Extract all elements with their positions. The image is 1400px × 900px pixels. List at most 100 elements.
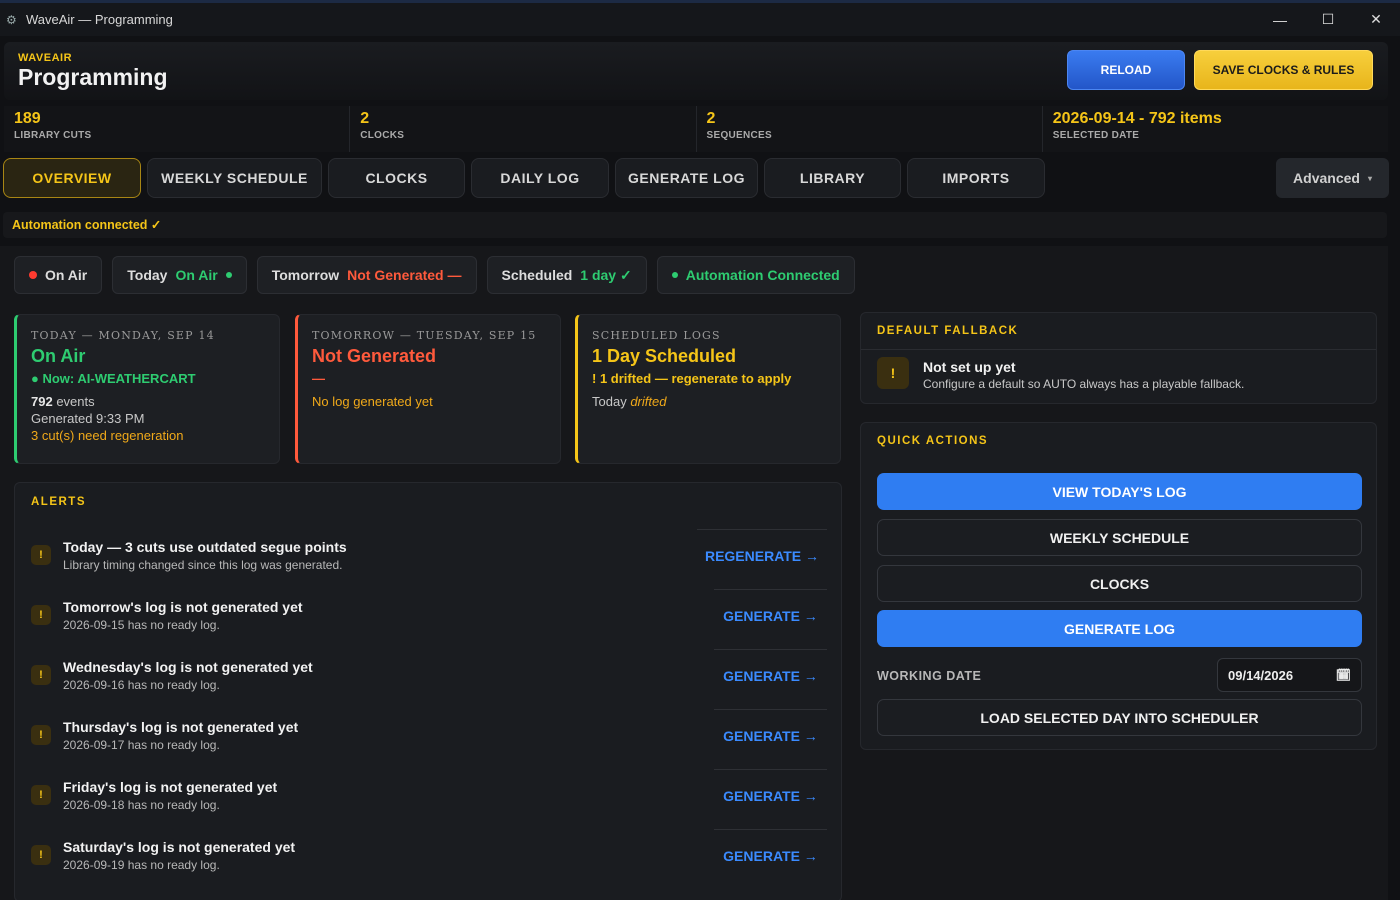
scheduled-today-word: Today — [592, 394, 627, 409]
chevron-down-icon: ▾ — [1367, 173, 1372, 183]
advanced-dropdown[interactable]: Advanced ▾ — [1276, 158, 1389, 198]
tab-bar: OVERVIEW WEEKLY SCHEDULE CLOCKS DAILY LO… — [3, 158, 1045, 198]
alert-subtitle: 2026-09-18 has no ready log. — [63, 798, 220, 812]
stat-clocks: 2 CLOCKS — [350, 106, 697, 152]
working-date-label: WORKING DATE — [877, 669, 982, 683]
status-pills: On Air Today On Air Tomorrow Not Generat… — [14, 256, 855, 294]
tab-daily-log[interactable]: DAILY LOG — [471, 158, 609, 198]
scheduled-pill-label: Scheduled — [501, 267, 573, 283]
alert-title: Saturday's log is not generated yet — [63, 839, 296, 855]
tomorrow-pill: Tomorrow Not Generated — — [256, 256, 477, 294]
green-dot-icon — [671, 272, 678, 278]
regen-notice: 3 cut(s) need regeneration — [31, 428, 184, 443]
alert-title: Wednesday's log is not generated yet — [63, 659, 313, 675]
load-selected-day-button[interactable]: LOAD SELECTED DAY INTO SCHEDULER — [877, 699, 1362, 736]
tab-overview[interactable]: OVERVIEW — [3, 158, 141, 198]
scheduled-pill-value: 1 day ✓ — [580, 266, 632, 283]
app-gear-icon: ⚙ — [6, 12, 17, 27]
minimize-icon[interactable]: — — [1256, 3, 1304, 36]
list-item: ! Friday's log is not generated yet 2026… — [31, 769, 827, 829]
generate-log-button[interactable]: GENERATE LOG — [877, 610, 1362, 647]
stat-label: SELECTED DATE — [1052, 130, 1140, 141]
close-icon[interactable]: ✕ — [1352, 3, 1400, 36]
tab-imports[interactable]: IMPORTS — [907, 158, 1045, 198]
alerts-title: ALERTS — [31, 496, 86, 508]
warning-icon: ! — [877, 357, 909, 389]
fallback-title: DEFAULT FALLBACK — [877, 325, 1019, 337]
alert-subtitle: 2026-09-16 has no ready log. — [63, 678, 220, 692]
tab-clocks[interactable]: CLOCKS — [328, 158, 465, 198]
warning-icon: ! — [31, 545, 51, 565]
save-clocks-rules-button[interactable]: SAVE CLOCKS & RULES — [1194, 50, 1373, 90]
page-title: Programming — [18, 64, 168, 90]
alert-subtitle: Library timing changed since this log wa… — [63, 558, 343, 572]
today-card[interactable]: TODAY — MONDAY, SEP 14 On Air ● Now: AI-… — [14, 314, 280, 464]
stat-label: SEQUENCES — [706, 130, 772, 141]
on-air-label: On Air — [45, 267, 88, 283]
quick-actions-panel: QUICK ACTIONS VIEW TODAY'S LOG WEEKLY SC… — [860, 422, 1377, 750]
drifted-word: drifted — [630, 394, 667, 409]
tab-weekly-schedule[interactable]: WEEKLY SCHEDULE — [147, 158, 322, 198]
stats-bar: 189 LIBRARY CUTS 2 CLOCKS 2 SEQUENCES 20… — [4, 106, 1388, 152]
fallback-subtext: Configure a default so AUTO always has a… — [923, 377, 1245, 391]
scheduled-pill: Scheduled 1 day ✓ — [486, 256, 647, 294]
weekly-schedule-button[interactable]: WEEKLY SCHEDULE — [877, 519, 1362, 556]
working-date-value: 09/14/2026 — [1228, 667, 1294, 683]
today-status: On Air — [31, 346, 86, 366]
tomorrow-card[interactable]: TOMORROW — TUESDAY, SEP 15 Not Generated… — [295, 314, 561, 464]
generate-button[interactable]: GENERATE → — [714, 649, 827, 701]
generate-button[interactable]: GENERATE → — [714, 589, 827, 641]
alert-title: Thursday's log is not generated yet — [63, 719, 299, 735]
calendar-icon[interactable]: 🗓 — [1336, 668, 1351, 682]
reload-button[interactable]: RELOAD — [1067, 50, 1185, 90]
stat-value: 189 — [14, 110, 41, 127]
maximize-icon[interactable]: ☐ — [1304, 3, 1352, 36]
overview-panel: On Air Today On Air Tomorrow Not Generat… — [0, 246, 1388, 900]
tomorrow-pill-label: Tomorrow — [271, 267, 340, 283]
stat-label: CLOCKS — [360, 130, 405, 141]
warning-icon: ! — [31, 785, 51, 805]
window-title: WaveAir — Programming — [26, 12, 173, 27]
drift-notice: ! 1 drifted — regenerate to apply — [592, 371, 792, 386]
automation-status-strip: Automation connected ✓ — [3, 212, 1387, 238]
scheduled-logs-card[interactable]: SCHEDULED LOGS 1 Day Scheduled ! 1 drift… — [575, 314, 841, 464]
window-controls: — ☐ ✕ — [1256, 3, 1400, 36]
green-dot-icon — [225, 272, 232, 278]
stat-value: 2026-09-14 - 792 items — [1052, 110, 1222, 127]
alert-subtitle: 2026-09-19 has no ready log. — [63, 858, 220, 872]
alert-title: Tomorrow's log is not generated yet — [63, 599, 303, 615]
list-item: ! Tomorrow's log is not generated yet 20… — [31, 589, 827, 649]
stat-value: 2 — [706, 110, 716, 127]
tomorrow-dash: — — [312, 371, 325, 386]
stat-label: LIBRARY CUTS — [14, 130, 92, 141]
stat-selected-date: 2026-09-14 - 792 items SELECTED DATE — [1043, 106, 1388, 152]
events-word: events — [56, 394, 95, 409]
tab-generate-log[interactable]: GENERATE LOG — [615, 158, 758, 198]
alert-subtitle: 2026-09-17 has no ready log. — [63, 738, 220, 752]
view-todays-log-button[interactable]: VIEW TODAY'S LOG — [877, 473, 1362, 510]
stat-value: 2 — [360, 110, 370, 127]
clocks-button[interactable]: CLOCKS — [877, 565, 1362, 602]
advanced-label: Advanced — [1293, 170, 1360, 186]
fallback-heading: Not set up yet — [923, 359, 1016, 375]
alert-title: Friday's log is not generated yet — [63, 779, 278, 795]
list-item: ! Thursday's log is not generated yet 20… — [31, 709, 827, 769]
list-item: ! Saturday's log is not generated yet 20… — [31, 829, 827, 889]
red-dot-icon — [29, 271, 37, 279]
generate-button[interactable]: GENERATE → — [714, 769, 827, 821]
warning-icon: ! — [31, 665, 51, 685]
on-air-pill: On Air — [14, 256, 103, 294]
automation-pill-label: Automation Connected — [685, 267, 840, 283]
tomorrow-kicker: TOMORROW — TUESDAY, SEP 15 — [312, 329, 537, 342]
tab-library[interactable]: LIBRARY — [764, 158, 901, 198]
generate-button[interactable]: GENERATE → — [714, 709, 827, 761]
tomorrow-pill-value: Not Generated — — [347, 267, 462, 283]
brand-label: WAVEAIR — [18, 52, 73, 64]
events-count: 792 — [31, 394, 53, 409]
scheduled-kicker: SCHEDULED LOGS — [592, 329, 721, 342]
generate-button[interactable]: GENERATE → — [714, 829, 827, 881]
regenerate-button[interactable]: REGENERATE → — [697, 529, 827, 581]
working-date-input[interactable]: 09/14/2026 🗓 — [1217, 658, 1362, 692]
warning-icon: ! — [31, 725, 51, 745]
today-kicker: TODAY — MONDAY, SEP 14 — [31, 329, 215, 342]
